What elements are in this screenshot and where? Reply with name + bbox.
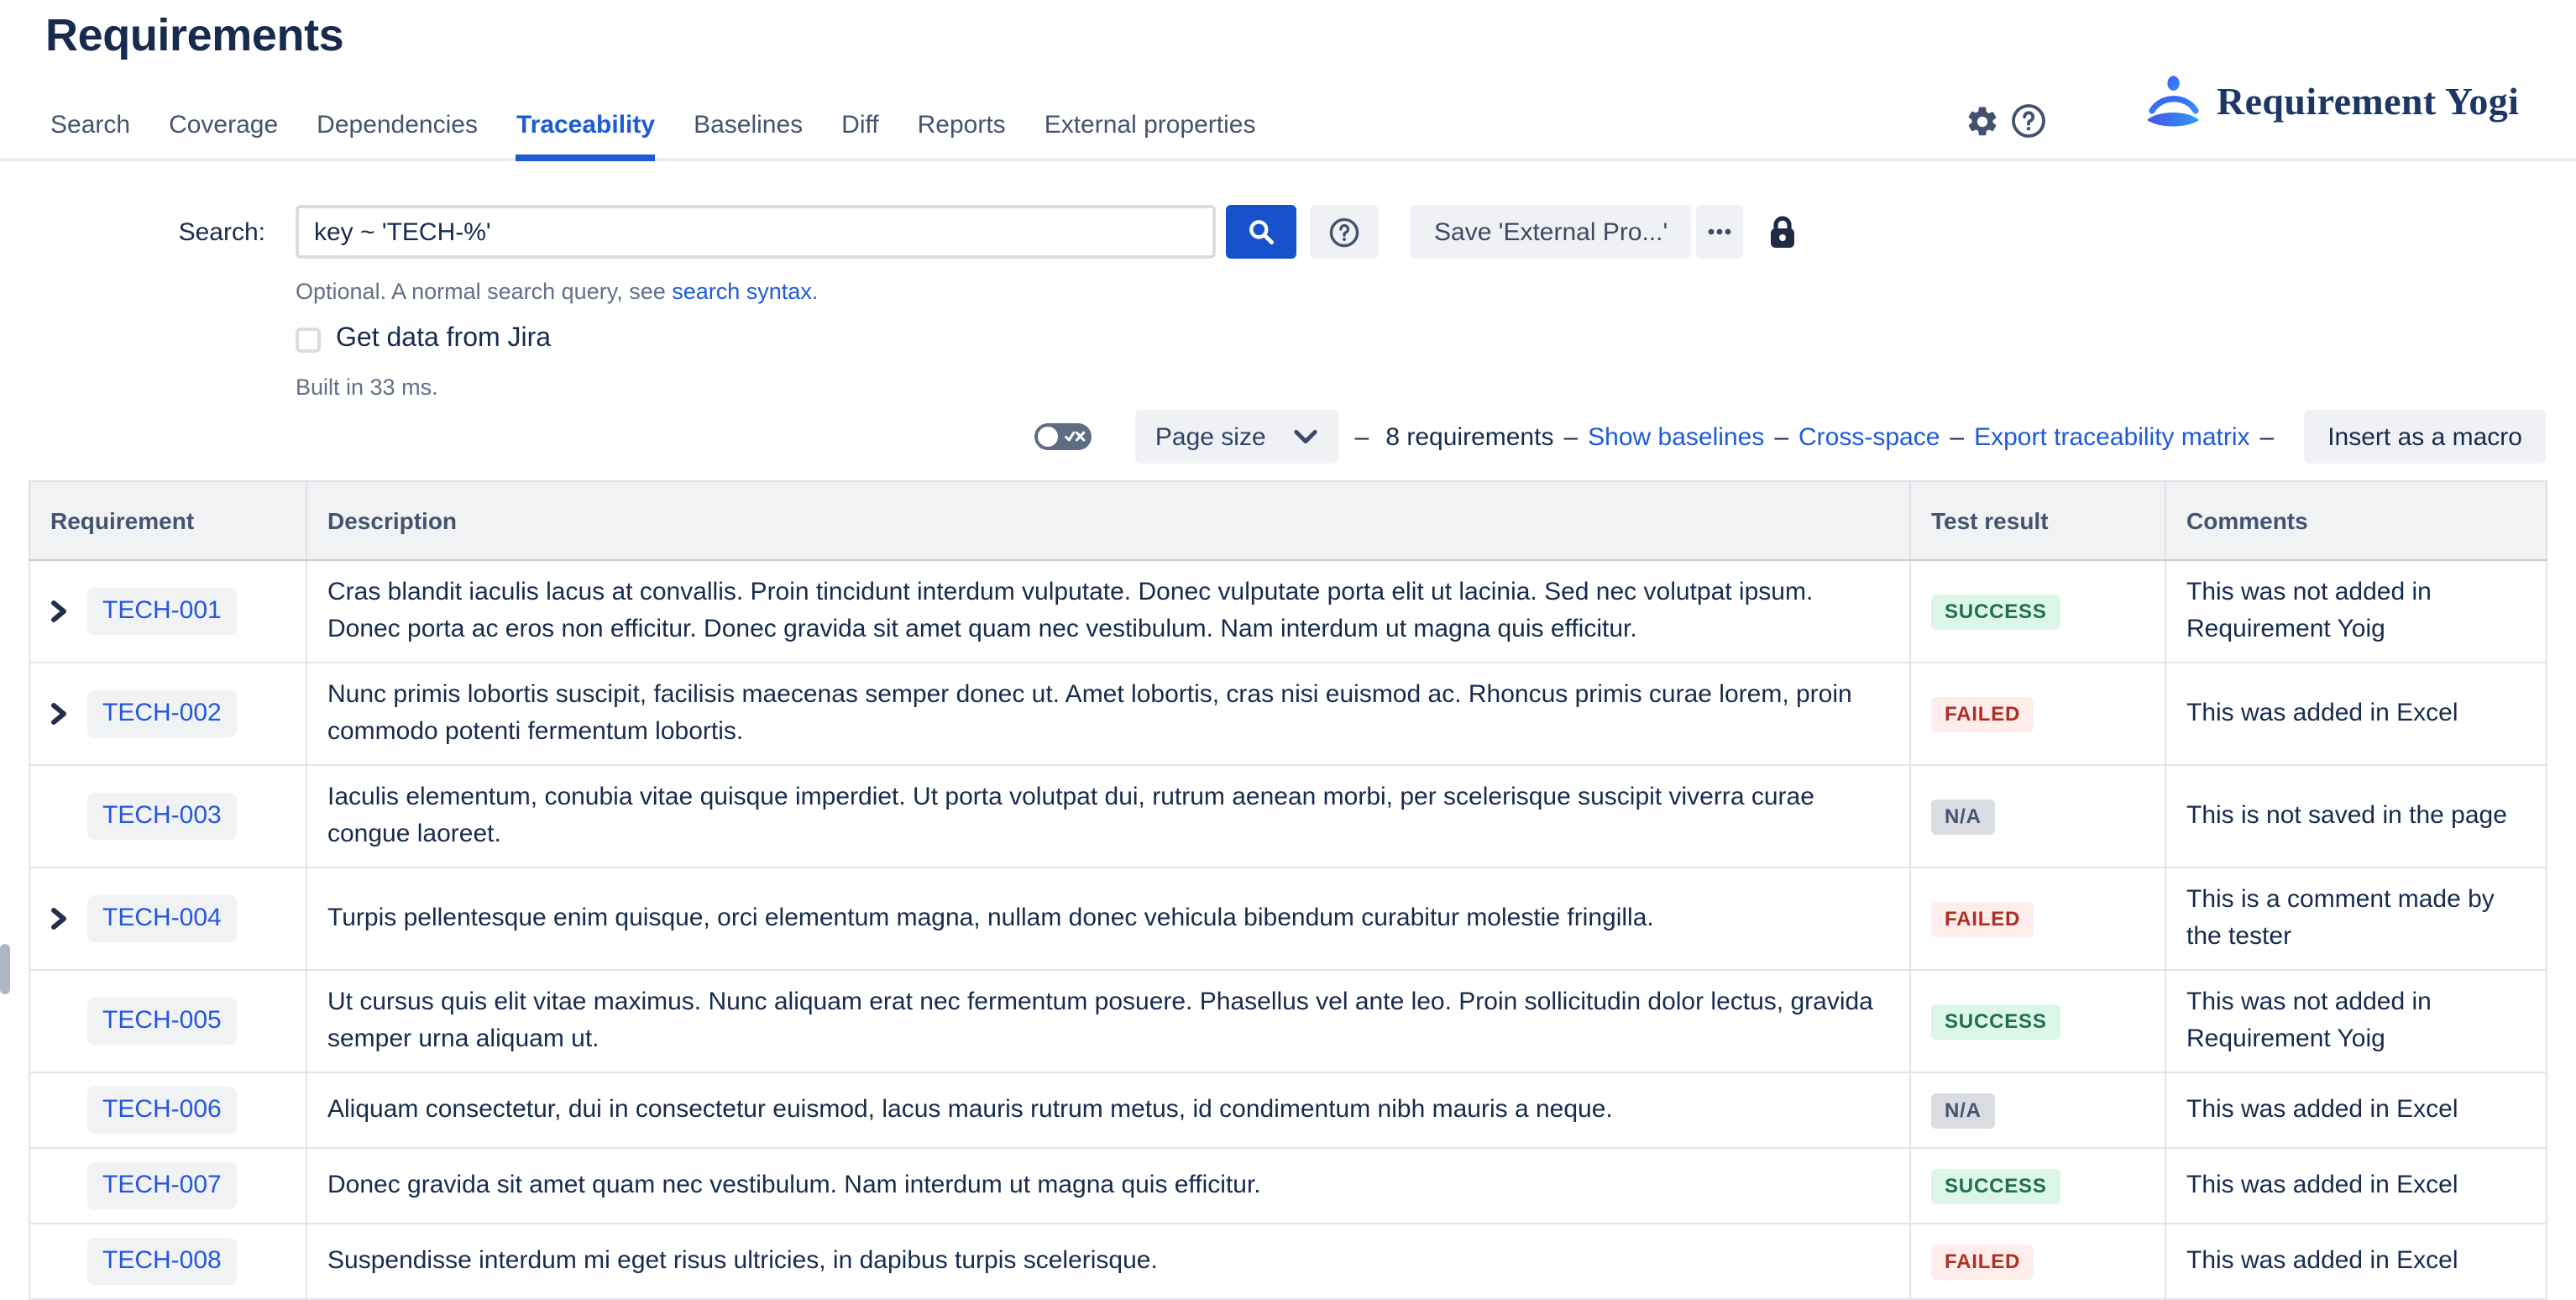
requirement-yogi-traceability-page: Requirements Search Coverage Dependencie…: [0, 0, 2576, 1290]
view-toggle[interactable]: [1034, 423, 1092, 450]
test-result-badge: SUCCESS: [1931, 1004, 2060, 1040]
logo-text: Requirement Yogi: [2217, 80, 2519, 123]
table-row: TECH-007 Donec gravida sit amet quam nec…: [29, 1148, 2547, 1224]
more-options-button[interactable]: [1696, 205, 1743, 259]
search-icon: [1246, 217, 1276, 247]
table-header-row: Requirement Description Test result Comm…: [29, 481, 2547, 560]
jira-checkbox-row: Get data from Jira: [296, 324, 2576, 354]
column-header-comments: Comments: [2165, 481, 2547, 560]
requirement-comment: This is not saved in the page: [2165, 765, 2547, 868]
requirement-description: Donec gravida sit amet quam nec vestibul…: [306, 1148, 1910, 1224]
test-result-badge: N/A: [1931, 799, 1995, 835]
requirement-description: Aliquam consectetur, dui in consectetur …: [306, 1072, 1910, 1148]
toggle-check-cross-icon: [1065, 430, 1086, 443]
table-body: TECH-001 Cras blandit iaculis lacus at c…: [29, 560, 2547, 1299]
requirement-comment: This was not added in Requirement Yoig: [2165, 560, 2547, 663]
chevron-down-icon: [1293, 428, 1318, 445]
requirement-comment: This was added in Excel: [2165, 1072, 2547, 1148]
table-row: TECH-006 Aliquam consectetur, dui in con…: [29, 1072, 2547, 1148]
requirement-key-link[interactable]: TECH-007: [87, 1162, 237, 1209]
requirement-description: Turpis pellentesque enim quisque, orci e…: [306, 868, 1910, 970]
export-traceability-matrix-link[interactable]: Export traceability matrix: [1974, 422, 2249, 451]
test-result-badge: SUCCESS: [1931, 595, 2060, 630]
search-help-button[interactable]: [1310, 205, 1379, 259]
requirement-description: Ut cursus quis elit vitae maximus. Nunc …: [306, 970, 1910, 1072]
yogi-icon: [2144, 76, 2202, 128]
requirement-key-link[interactable]: TECH-003: [87, 793, 237, 840]
requirement-key-link[interactable]: TECH-001: [87, 588, 237, 635]
search-input[interactable]: [296, 205, 1216, 259]
requirement-key-link[interactable]: TECH-008: [87, 1238, 237, 1285]
page-size-dropdown[interactable]: Page size: [1135, 410, 1338, 464]
insert-as-macro-button[interactable]: Insert as a macro: [2304, 410, 2546, 464]
traceability-table: Requirement Description Test result Comm…: [29, 480, 2547, 1300]
table-row: TECH-005 Ut cursus quis elit vitae maxim…: [29, 970, 2547, 1072]
page-header: Requirements Search Coverage Dependencie…: [0, 0, 2576, 161]
requirement-comment: This was added in Excel: [2165, 1224, 2547, 1299]
search-syntax-link[interactable]: search syntax: [672, 279, 812, 304]
requirement-key-link[interactable]: TECH-005: [87, 998, 237, 1045]
search-button[interactable]: [1226, 205, 1296, 259]
table-row: TECH-004 Turpis pellentesque enim quisqu…: [29, 868, 2547, 970]
gear-icon[interactable]: [1961, 101, 2002, 141]
requirements-count: 8 requirements: [1385, 422, 1553, 451]
tab-dependencies[interactable]: Dependencies: [317, 111, 478, 158]
table-row: TECH-001 Cras blandit iaculis lacus at c…: [29, 560, 2547, 663]
test-result-badge: N/A: [1931, 1093, 1995, 1129]
tab-baselines[interactable]: Baselines: [694, 111, 803, 158]
toggle-knob: [1038, 427, 1058, 447]
jira-checkbox-label: Get data from Jira: [336, 324, 551, 354]
main-tabs: Search Coverage Dependencies Traceabilit…: [50, 111, 1256, 158]
expand-chevron-icon[interactable]: [50, 600, 74, 623]
expand-chevron-icon[interactable]: [50, 702, 74, 726]
requirement-yogi-logo: Requirement Yogi: [2144, 76, 2519, 128]
tab-diff[interactable]: Diff: [841, 111, 878, 158]
search-helper-text: Optional. A normal search query, see sea…: [296, 279, 2576, 304]
expand-chevron-icon[interactable]: [50, 907, 74, 930]
column-header-description: Description: [306, 481, 1910, 560]
requirement-comment: This is a comment made by the tester: [2165, 868, 2547, 970]
save-query-button[interactable]: Save 'External Pro...': [1411, 205, 1691, 259]
results-toolbar: Page size – 8 requirements – Show baseli…: [0, 410, 2546, 464]
requirement-key-link[interactable]: TECH-002: [87, 690, 237, 737]
search-label: Search:: [0, 218, 265, 246]
table-row: TECH-003 Iaculis elementum, conubia vita…: [29, 765, 2547, 868]
requirement-description: Iaculis elementum, conubia vitae quisque…: [306, 765, 1910, 868]
cross-space-link[interactable]: Cross-space: [1798, 422, 1940, 451]
test-result-badge: FAILED: [1931, 697, 2034, 732]
tab-external-properties[interactable]: External properties: [1045, 111, 1256, 158]
build-time-text: Built in 33 ms.: [296, 375, 2576, 400]
results-summary: 8 requirements – Show baselines – Cross-…: [1385, 422, 2284, 451]
table-row: TECH-008 Suspendisse interdum mi eget ri…: [29, 1224, 2547, 1299]
search-section: Search: Save 'External Pro...' Optional.…: [0, 161, 2576, 400]
help-circle-icon[interactable]: [2008, 101, 2049, 141]
table-row: TECH-002 Nunc primis lobortis suscipit, …: [29, 663, 2547, 765]
tab-search[interactable]: Search: [50, 111, 130, 158]
ellipsis-icon: [1708, 228, 1731, 235]
requirement-comment: This was not added in Requirement Yoig: [2165, 970, 2547, 1072]
tab-traceability[interactable]: Traceability: [516, 111, 655, 158]
separator-dash: –: [1355, 422, 1369, 451]
test-result-badge: FAILED: [1931, 1245, 2034, 1280]
requirement-comment: This was added in Excel: [2165, 663, 2547, 765]
requirement-key-link[interactable]: TECH-006: [87, 1087, 237, 1134]
jira-checkbox[interactable]: [296, 327, 321, 352]
column-header-test-result: Test result: [1910, 481, 2165, 560]
column-header-requirement: Requirement: [29, 481, 306, 560]
question-circle-icon: [1328, 216, 1360, 248]
requirement-description: Suspendisse interdum mi eget risus ultri…: [306, 1224, 1910, 1299]
show-baselines-link[interactable]: Show baselines: [1588, 422, 1764, 451]
requirement-description: Nunc primis lobortis suscipit, facilisis…: [306, 663, 1910, 765]
test-result-badge: FAILED: [1931, 902, 2034, 937]
requirement-key-link[interactable]: TECH-004: [87, 895, 237, 942]
test-result-badge: SUCCESS: [1931, 1169, 2060, 1204]
requirement-description: Cras blandit iaculis lacus at convallis.…: [306, 560, 1910, 663]
scrollbar-thumb[interactable]: [0, 944, 10, 994]
requirement-comment: This was added in Excel: [2165, 1148, 2547, 1224]
page-title: Requirements: [45, 10, 343, 62]
tab-reports[interactable]: Reports: [918, 111, 1006, 158]
lock-icon: [1768, 214, 1797, 249]
tab-coverage[interactable]: Coverage: [169, 111, 278, 158]
